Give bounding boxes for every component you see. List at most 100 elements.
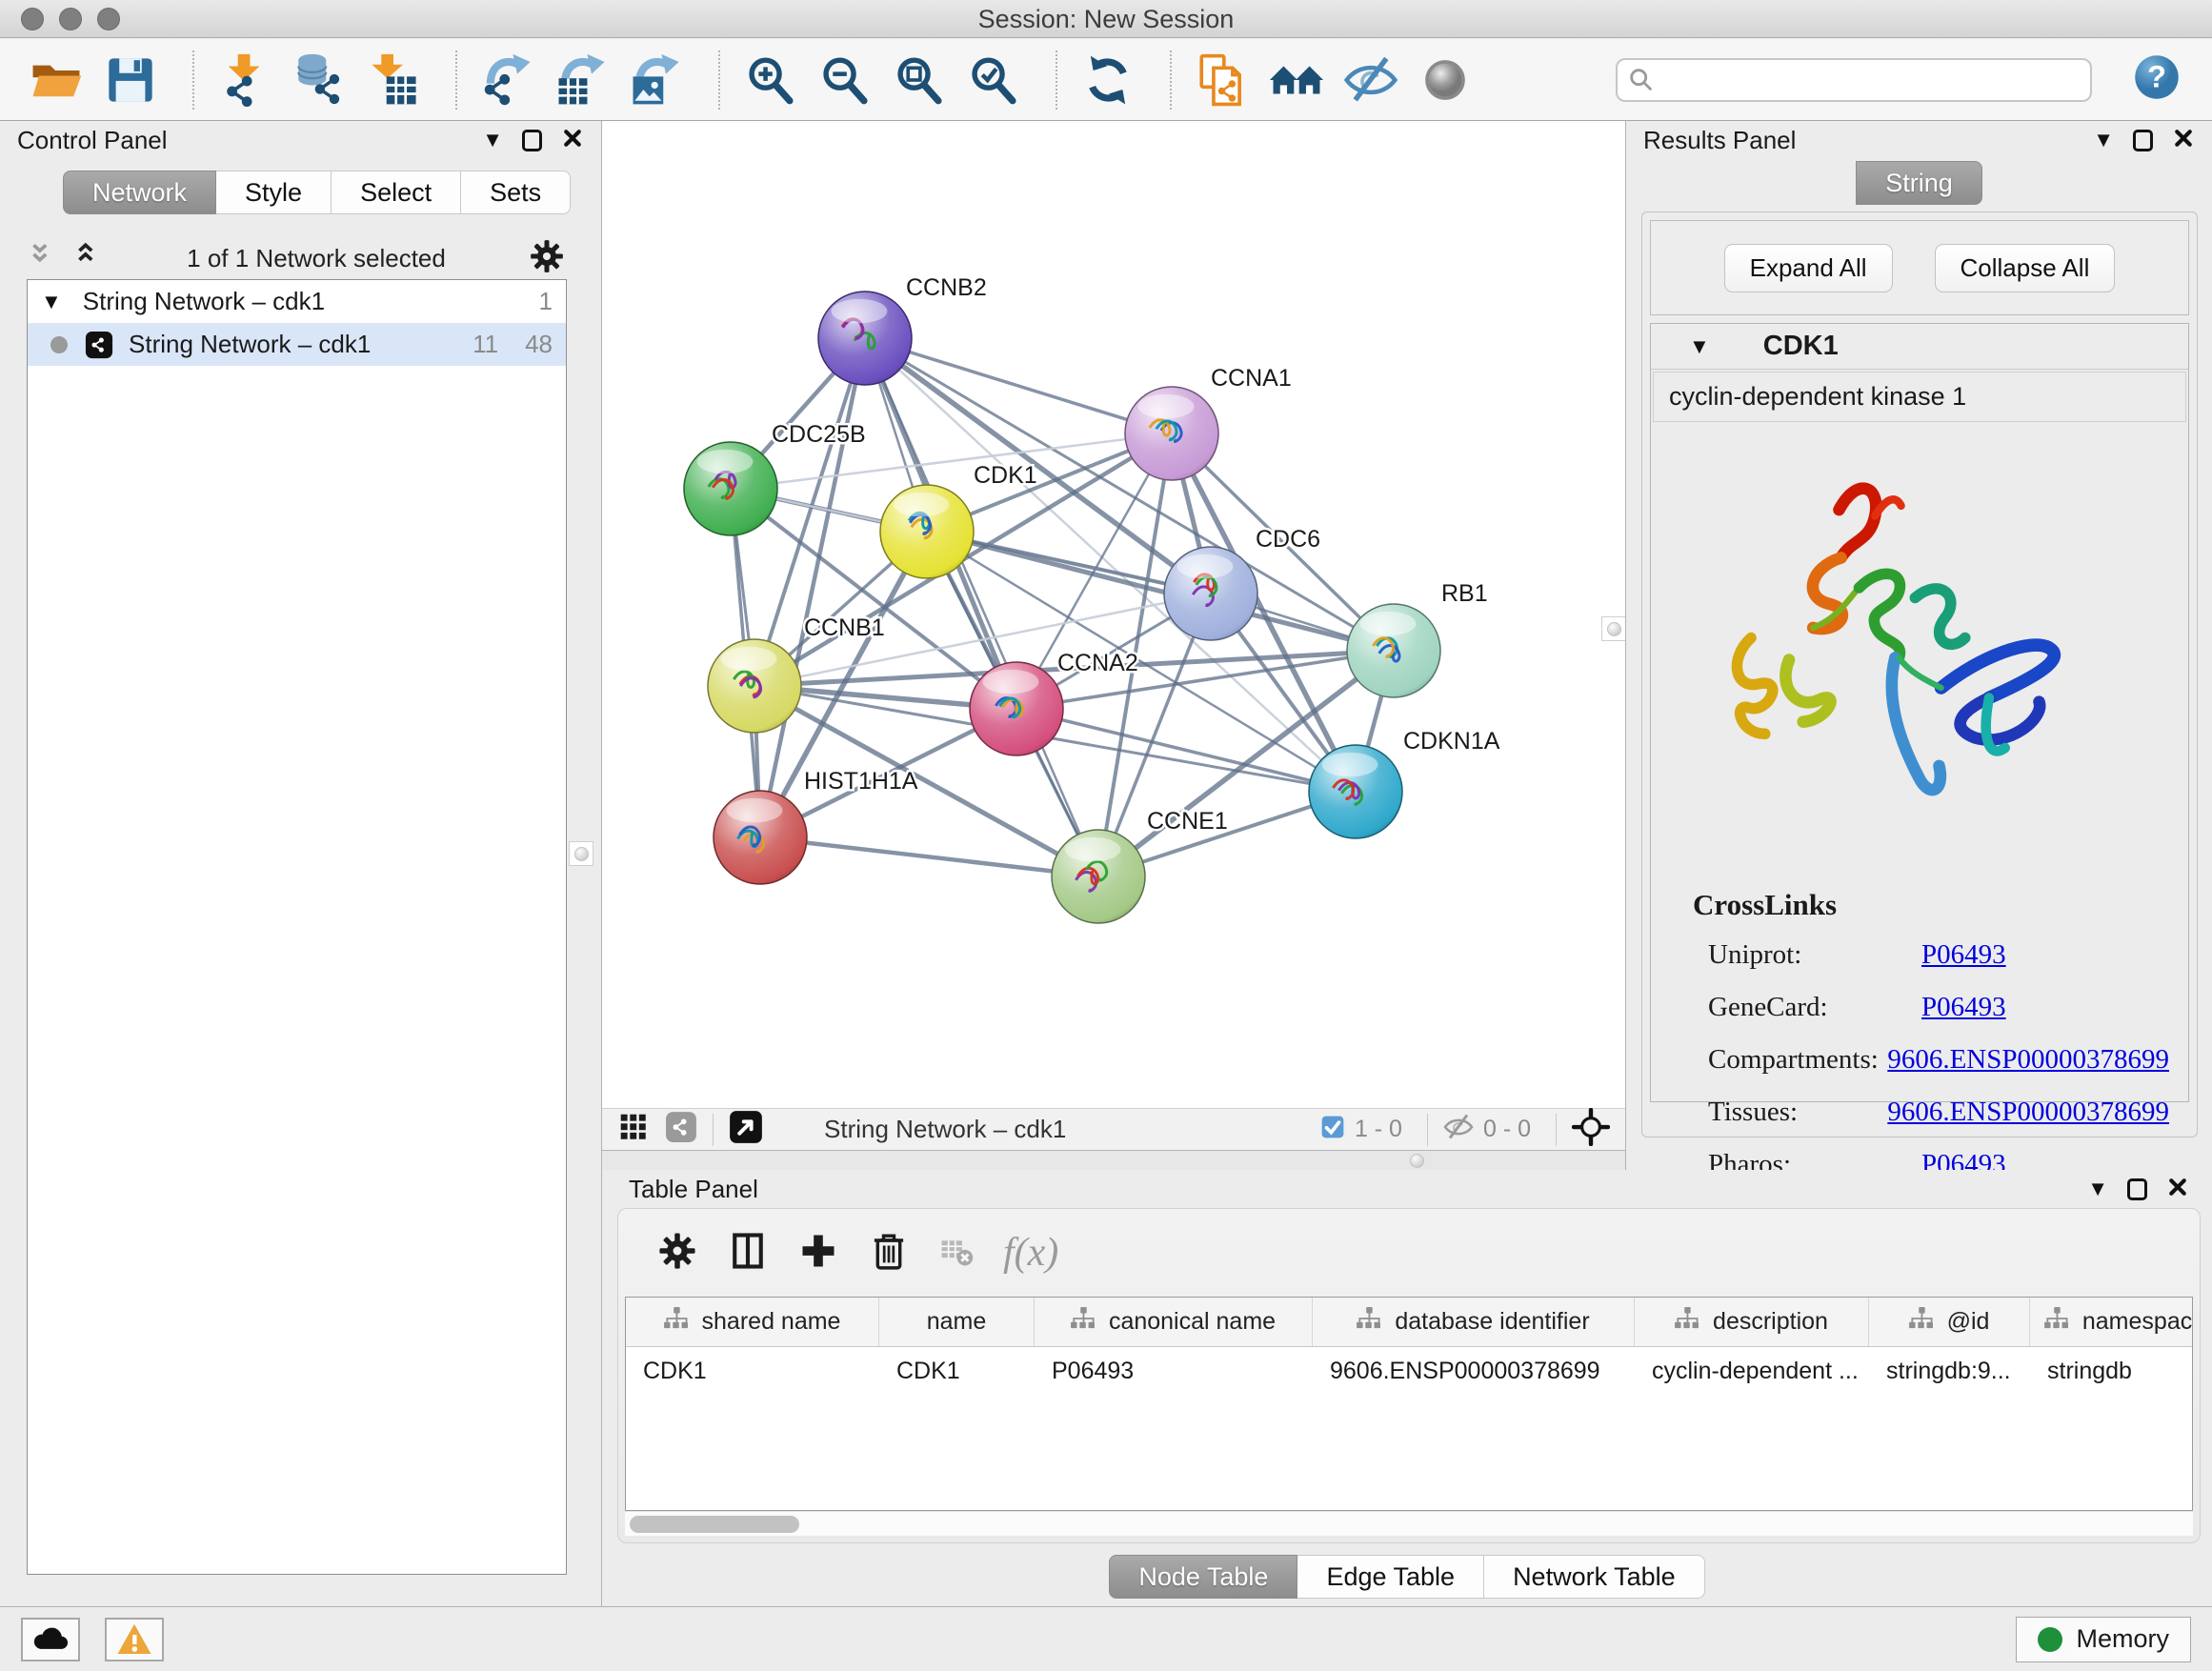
- birdseye-view-icon[interactable]: [729, 1110, 763, 1149]
- table-cell[interactable]: cyclin-dependent ...: [1635, 1347, 1869, 1395]
- node-CCNE1[interactable]: CCNE1: [1052, 808, 1228, 923]
- table-settings-gear-icon[interactable]: [656, 1230, 698, 1277]
- float-panel-icon[interactable]: [522, 130, 542, 151]
- crosslink-link[interactable]: 9606.ENSP00000378699: [1887, 1044, 2169, 1076]
- tab-network[interactable]: Network: [63, 171, 216, 214]
- zoom-fit-icon[interactable]: [888, 49, 951, 111]
- column-header-database-identifier[interactable]: database identifier: [1313, 1298, 1635, 1346]
- collapse-all-icon[interactable]: [27, 240, 59, 277]
- export-table-icon[interactable]: [551, 49, 613, 111]
- crosslink-link[interactable]: 9606.ENSP00000378699: [1887, 1097, 2169, 1128]
- right-splitter-handle[interactable]: [1601, 616, 1626, 641]
- network-tree-child-row[interactable]: String Network – cdk1 11 48: [28, 323, 566, 366]
- table-row[interactable]: CDK1CDK1P064939606.ENSP00000378699cyclin…: [626, 1347, 2192, 1395]
- table-cell[interactable]: 9606.ENSP00000378699: [1313, 1347, 1635, 1395]
- gene-header[interactable]: ▼ CDK1: [1651, 324, 2188, 370]
- tab-sets[interactable]: Sets: [461, 171, 571, 214]
- scrollbar-thumb[interactable]: [630, 1516, 799, 1533]
- network-graph[interactable]: CCNB2 CCNA1 CDC25B CDK1 CDC6 RB1 CCNB1 C…: [602, 121, 1625, 1108]
- zoom-selected-icon[interactable]: [962, 49, 1025, 111]
- column-header-namespace[interactable]: namespace: [2030, 1298, 2193, 1346]
- tab-string[interactable]: String: [1856, 161, 1982, 205]
- gene-expander-icon[interactable]: ▼: [1689, 336, 1710, 357]
- network-tree-root-row[interactable]: ▼ String Network – cdk1 1: [28, 280, 566, 323]
- edge-CCNB2-CCNA1[interactable]: [865, 338, 1172, 433]
- column-header-@id[interactable]: @id: [1869, 1298, 2030, 1346]
- node-CDKN1A[interactable]: CDKN1A: [1309, 728, 1500, 838]
- crosslink-link[interactable]: P06493: [1921, 992, 2006, 1023]
- share-view-icon[interactable]: [665, 1111, 697, 1148]
- table-type-tabs: Node TableEdge TableNetwork Table: [602, 1555, 2212, 1599]
- grid-view-icon[interactable]: [617, 1111, 650, 1148]
- float-panel-icon[interactable]: [2133, 130, 2153, 151]
- crosslink-link[interactable]: P06493: [1921, 939, 2006, 971]
- tab-style[interactable]: Style: [216, 171, 332, 214]
- cloud-button[interactable]: [21, 1618, 80, 1661]
- table-horizontal-scrollbar[interactable]: [625, 1511, 2193, 1536]
- zoom-out-icon[interactable]: [814, 49, 876, 111]
- table-cell[interactable]: CDK1: [626, 1347, 879, 1395]
- tab-network-table[interactable]: Network Table: [1484, 1555, 1705, 1599]
- network-canvas[interactable]: CCNB2 CCNA1 CDC25B CDK1 CDC6 RB1 CCNB1 C…: [602, 121, 1625, 1108]
- column-header-description[interactable]: description: [1635, 1298, 1869, 1346]
- node-RB1[interactable]: RB1: [1347, 580, 1488, 697]
- edge-CDK1-RB1[interactable]: [927, 532, 1394, 651]
- column-header-canonical-name[interactable]: canonical name: [1035, 1298, 1313, 1346]
- edge-HIST1H1A-CCNE1[interactable]: [760, 837, 1098, 876]
- save-session-icon[interactable]: [99, 49, 162, 111]
- close-panel-icon[interactable]: [2166, 1176, 2189, 1203]
- float-panel-icon[interactable]: [2127, 1178, 2147, 1200]
- export-image-icon[interactable]: [625, 49, 688, 111]
- show-columns-icon[interactable]: [727, 1230, 769, 1277]
- add-column-icon[interactable]: [797, 1230, 839, 1277]
- table-cell[interactable]: stringdb: [2030, 1347, 2193, 1395]
- string-home-icon[interactable]: [1265, 49, 1328, 111]
- fit-selected-crosshair-icon[interactable]: [1572, 1108, 1610, 1151]
- network-file-share-icon[interactable]: [1191, 49, 1254, 111]
- memory-button[interactable]: Memory: [2016, 1617, 2191, 1662]
- hidden-eye-icon[interactable]: [1443, 1112, 1474, 1147]
- node-CDK1[interactable]: CDK1: [880, 462, 1037, 578]
- tree-expander-icon[interactable]: ▼: [41, 292, 62, 312]
- export-network-icon[interactable]: [476, 49, 539, 111]
- zoom-in-icon[interactable]: [739, 49, 802, 111]
- help-icon[interactable]: ?: [2132, 52, 2182, 107]
- column-header-name[interactable]: name: [879, 1298, 1035, 1346]
- table-cell[interactable]: P06493: [1035, 1347, 1313, 1395]
- table-cell[interactable]: stringdb:9...: [1869, 1347, 2030, 1395]
- node-table[interactable]: shared namenamecanonical namedatabase id…: [625, 1297, 2193, 1511]
- import-table-from-file-icon[interactable]: [362, 49, 425, 111]
- panel-menu-icon[interactable]: ▼: [2087, 1178, 2108, 1199]
- warning-button[interactable]: [105, 1618, 164, 1661]
- edge-CCNB2-CCNE1[interactable]: [865, 338, 1098, 876]
- refresh-view-icon[interactable]: [1076, 49, 1139, 111]
- horizontal-splitter[interactable]: [602, 1151, 1625, 1170]
- panel-menu-icon[interactable]: ▼: [2093, 130, 2114, 151]
- tab-node-table[interactable]: Node Table: [1109, 1555, 1297, 1599]
- column-header-shared-name[interactable]: shared name: [626, 1298, 879, 1346]
- search-input[interactable]: [1616, 58, 2092, 102]
- edge-CCNB2-HIST1H1A[interactable]: [760, 338, 865, 837]
- open-session-icon[interactable]: [25, 49, 88, 111]
- node-CCNA1[interactable]: CCNA1: [1125, 365, 1292, 480]
- hide-panels-icon[interactable]: [1339, 49, 1402, 111]
- expand-all-button[interactable]: Expand All: [1724, 244, 1893, 292]
- import-network-from-database-icon[interactable]: [288, 49, 351, 111]
- import-network-from-file-icon[interactable]: [213, 49, 276, 111]
- close-panel-icon[interactable]: [2172, 127, 2195, 154]
- panel-menu-icon[interactable]: ▼: [482, 130, 503, 151]
- tab-select[interactable]: Select: [332, 171, 461, 214]
- tab-edge-table[interactable]: Edge Table: [1297, 1555, 1484, 1599]
- close-panel-icon[interactable]: [561, 127, 584, 154]
- node-CCNB1[interactable]: CCNB1: [708, 614, 885, 733]
- delete-column-icon[interactable]: [868, 1230, 910, 1277]
- node-CDC6[interactable]: CDC6: [1164, 526, 1320, 640]
- expand-all-icon[interactable]: [72, 240, 105, 277]
- collapse-all-button[interactable]: Collapse All: [1935, 244, 2116, 292]
- node-HIST1H1A[interactable]: HIST1H1A: [714, 768, 918, 884]
- selected-checkbox-icon[interactable]: [1320, 1115, 1345, 1144]
- node-CDC25B[interactable]: CDC25B: [684, 421, 866, 535]
- network-options-gear-icon[interactable]: [528, 237, 566, 280]
- left-splitter-handle[interactable]: [569, 841, 593, 866]
- table-cell[interactable]: CDK1: [879, 1347, 1035, 1395]
